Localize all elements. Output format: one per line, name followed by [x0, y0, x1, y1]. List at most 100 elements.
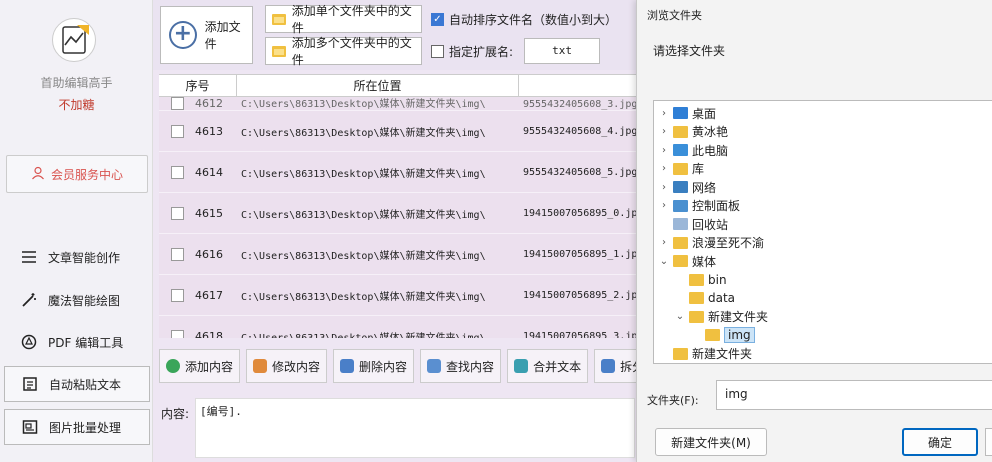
ok-button[interactable]: 确定: [902, 428, 978, 456]
row-checkbox[interactable]: [170, 206, 184, 220]
pdf-icon: [20, 333, 38, 351]
chevron-right-icon[interactable]: ›: [658, 163, 670, 174]
ext-checkbox[interactable]: [431, 44, 444, 58]
sidebar-item-paste[interactable]: 自动粘贴文本: [4, 366, 150, 402]
folder-icon: [689, 273, 704, 286]
delete-content-label: 删除内容: [359, 359, 408, 374]
folder-icon: [673, 236, 688, 249]
row-checkbox[interactable]: [170, 288, 184, 302]
sidebar-item-draw[interactable]: 魔法智能绘图: [4, 282, 150, 318]
col-header-path[interactable]: 所在位置: [237, 75, 519, 96]
add-single-folder-button[interactable]: 添加单个文件夹中的文件: [265, 4, 422, 35]
tree-node[interactable]: › 黄冰艳: [654, 123, 992, 142]
col-header-index[interactable]: 序号: [159, 75, 237, 96]
tree-node[interactable]: ⌄ 媒体: [654, 252, 992, 271]
action-bar: 添加内容 修改内容 删除内容 查找内容 合并文本 拆分文本: [159, 349, 676, 383]
find-icon: [427, 359, 442, 373]
tree-node-label: 新建文件夹: [708, 310, 769, 325]
row-filename: 19415007056895_3.jpg: [523, 330, 639, 339]
dialog-title: 浏览文件夹: [647, 9, 702, 22]
modify-content-button[interactable]: 修改内容: [246, 349, 328, 383]
add-multi-folder-button[interactable]: 添加多个文件夹中的文件: [265, 36, 422, 67]
row-checkbox[interactable]: [170, 247, 184, 261]
chevron-down-icon[interactable]: ⌄: [674, 311, 686, 322]
row-path: C:\Users\86313\Desktop\媒体\新建文件夹\img\: [241, 209, 486, 221]
chevron-right-icon[interactable]: ›: [658, 145, 670, 156]
add-content-button[interactable]: 添加内容: [159, 349, 241, 383]
tree-node-label: 网络: [692, 180, 717, 195]
col-header-name[interactable]: [519, 75, 639, 96]
table-row[interactable]: 4615 C:\Users\86313\Desktop\媒体\新建文件夹\img\…: [159, 193, 639, 234]
member-center-button[interactable]: 会员服务中心: [6, 155, 148, 193]
row-checkbox[interactable]: [170, 165, 184, 179]
content-textarea[interactable]: [编号].: [195, 398, 635, 458]
add-file-button[interactable]: + 添加文件: [160, 6, 253, 64]
tree-node[interactable]: › 桌面: [654, 104, 992, 123]
add-single-folder-label: 添加单个文件夹中的文件: [291, 4, 412, 35]
row-checkbox[interactable]: [170, 124, 184, 138]
tree-node[interactable]: › 网络: [654, 178, 992, 197]
table-row[interactable]: 4612 C:\Users\86313\Desktop\媒体\新建文件夹\img…: [159, 97, 639, 111]
file-table: 序号 所在位置 4612 C:\Users\86313\Desktop\媒体\新…: [159, 74, 639, 338]
table-row[interactable]: 4613 C:\Users\86313\Desktop\媒体\新建文件夹\img\…: [159, 111, 639, 152]
new-folder-button[interactable]: 新建文件夹(M): [655, 428, 767, 456]
ext-input[interactable]: txt: [524, 38, 601, 64]
table-row[interactable]: 4618 C:\Users\86313\Desktop\媒体\新建文件夹\img\…: [159, 316, 639, 338]
table-row[interactable]: 4617 C:\Users\86313\Desktop\媒体\新建文件夹\img\…: [159, 275, 639, 316]
chevron-right-icon[interactable]: ›: [658, 237, 670, 248]
tree-node[interactable]: › 此电脑: [654, 141, 992, 160]
tree-node[interactable]: › 控制面板: [654, 197, 992, 216]
app-logo-icon: [52, 18, 96, 62]
auto-sort-checkbox[interactable]: ✓: [431, 13, 444, 26]
row-path: C:\Users\86313\Desktop\媒体\新建文件夹\img\: [241, 127, 486, 139]
row-path: C:\Users\86313\Desktop\媒体\新建文件夹\img\: [241, 291, 486, 303]
sidebar-item-image[interactable]: 图片批量处理: [4, 409, 150, 445]
folder-field-label: 文件夹(F):: [647, 394, 699, 407]
chevron-right-icon[interactable]: ›: [658, 126, 670, 137]
ext-option[interactable]: 指定扩展名: txt: [431, 38, 601, 64]
tree-node[interactable]: 回收站: [654, 215, 992, 234]
delete-content-button[interactable]: 删除内容: [333, 349, 415, 383]
merge-text-button[interactable]: 合并文本: [507, 349, 589, 383]
delete-icon: [340, 359, 355, 373]
table-row[interactable]: 4616 C:\Users\86313\Desktop\媒体\新建文件夹\img\…: [159, 234, 639, 275]
auto-sort-option[interactable]: ✓ 自动排序文件名（数值小到大）: [431, 11, 617, 28]
merge-text-label: 合并文本: [533, 359, 582, 374]
find-content-button[interactable]: 查找内容: [420, 349, 502, 383]
row-path: C:\Users\86313\Desktop\媒体\新建文件夹\img\: [241, 332, 486, 339]
row-checkbox[interactable]: [170, 97, 184, 110]
row-path: C:\Users\86313\Desktop\媒体\新建文件夹\img\: [241, 168, 486, 180]
chevron-right-icon[interactable]: ›: [658, 200, 670, 211]
chevron-right-icon[interactable]: ›: [658, 182, 670, 193]
row-filename: 19415007056895_0.jpg: [523, 207, 639, 219]
row-filename: 19415007056895_2.jpg: [523, 289, 639, 301]
sidebar-item-label: 自动粘贴文本: [49, 377, 122, 392]
sidebar-item-article[interactable]: 文章智能创作: [4, 239, 150, 275]
row-index: 4614: [195, 165, 223, 179]
list-icon: [20, 248, 38, 266]
tree-node[interactable]: img: [654, 326, 992, 345]
row-filename: 9555432405608_4.jpg: [523, 125, 638, 137]
member-center-label: 会员服务中心: [50, 167, 123, 182]
folder-tree[interactable]: › 桌面 › 黄冰艳 › 此电脑 › 库 › 网络 › 控制面板 回收站 › 浪漫至死不渝 ⌄ 媒体 bin dat…: [653, 100, 992, 364]
tree-node[interactable]: ⌄ 新建文件夹: [654, 308, 992, 327]
cancel-button[interactable]: [985, 428, 992, 456]
tree-node[interactable]: › 库: [654, 160, 992, 179]
table-row[interactable]: 4614 C:\Users\86313\Desktop\媒体\新建文件夹\img\…: [159, 152, 639, 193]
sidebar-item-pdf[interactable]: PDF 编辑工具: [4, 324, 150, 360]
ext-label: 指定扩展名:: [449, 44, 514, 59]
tree-node[interactable]: bin: [654, 271, 992, 290]
chevron-down-icon[interactable]: ⌄: [658, 256, 670, 267]
folder-icon: [673, 144, 688, 157]
folder-icon: [689, 310, 704, 323]
sidebar-item-label: 魔法智能绘图: [48, 293, 121, 308]
tree-node-label: data: [708, 291, 736, 306]
chevron-right-icon[interactable]: ›: [658, 108, 670, 119]
folder-field-input[interactable]: img: [716, 380, 992, 410]
sidebar-item-label: 文章智能创作: [48, 250, 121, 265]
tree-node[interactable]: data: [654, 289, 992, 308]
tree-node[interactable]: › 浪漫至死不渝: [654, 234, 992, 253]
browse-folder-dialog: 浏览文件夹 请选择文件夹 › 桌面 › 黄冰艳 › 此电脑 › 库 › 网络 › 控制面板 回收站 › 浪漫…: [636, 0, 992, 462]
row-checkbox[interactable]: [170, 329, 184, 338]
tree-node[interactable]: 新建文件夹: [654, 345, 992, 364]
